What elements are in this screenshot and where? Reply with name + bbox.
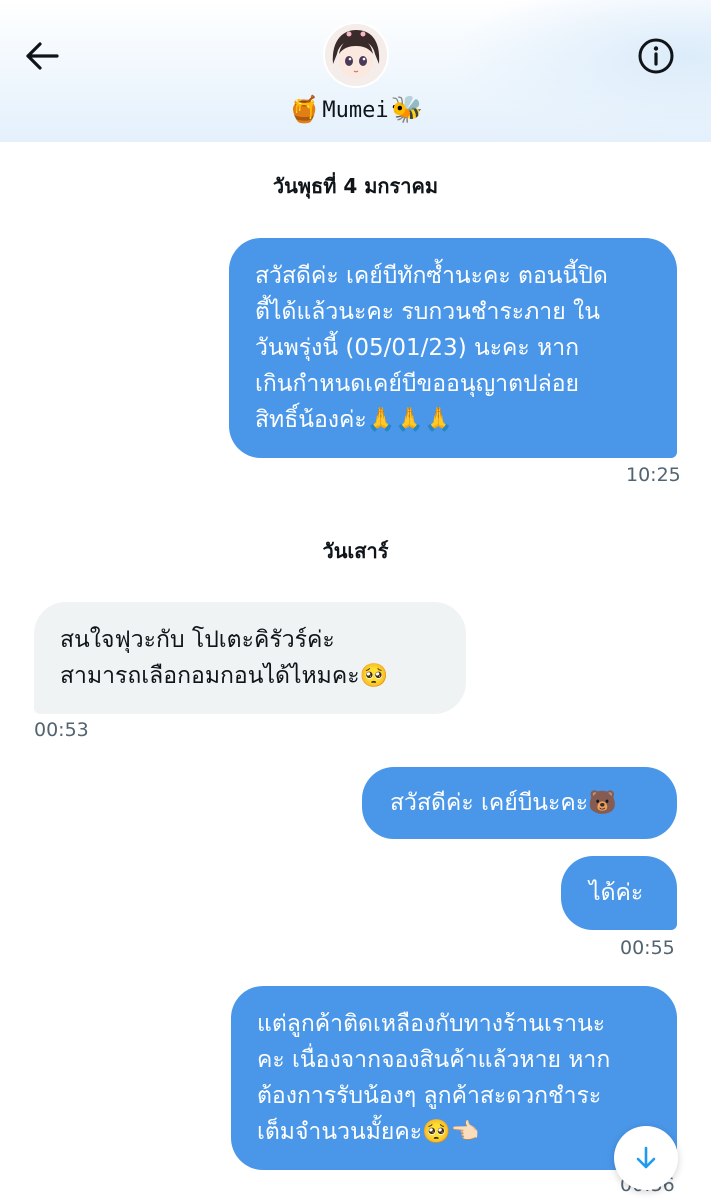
honey-pot-emoji: 🍯 [288,95,321,125]
date-separator: วันเสาร์ [322,539,389,563]
arrow-left-icon [26,42,59,70]
message-timestamp: 10:25 [626,464,681,486]
bee-emoji: 🐝 [390,95,423,125]
avatar[interactable] [325,24,387,86]
message-bubble-sent[interactable]: สวัสดีค่ะ เคย์บีทักซ้ำนะคะ ตอนนี้ปิด ตี้… [229,238,677,458]
message-bubble-sent[interactable]: สวัสดีค่ะ เคย์บีนะคะ🐻 [362,767,677,839]
message-timestamp: 00:53 [34,719,89,741]
message-timestamp: 00:55 [620,937,675,959]
avatar-image [325,24,387,86]
contact-name: Mumei [322,97,389,123]
conversation-info-button[interactable] [634,34,678,78]
date-separator: วันพุธที่ 4 มกราคม [272,174,439,198]
back-button[interactable] [22,36,62,76]
message-bubble-sent[interactable]: ได้ค่ะ [561,856,677,930]
contact-name-row[interactable]: 🍯 Mumei 🐝 [0,90,711,130]
scroll-to-bottom-button[interactable] [614,1126,678,1190]
arrow-down-icon [636,1146,656,1169]
message-bubble-sent[interactable]: แต่ลูกค้าติดเหลืองกับทางร้านเรานะ คะ เนื… [231,986,677,1170]
info-icon [638,38,674,74]
message-bubble-received[interactable]: สนใจฟุวะกับ โปเตะคิรัวร์ค่ะ สามารถเลือกอ… [34,602,466,714]
